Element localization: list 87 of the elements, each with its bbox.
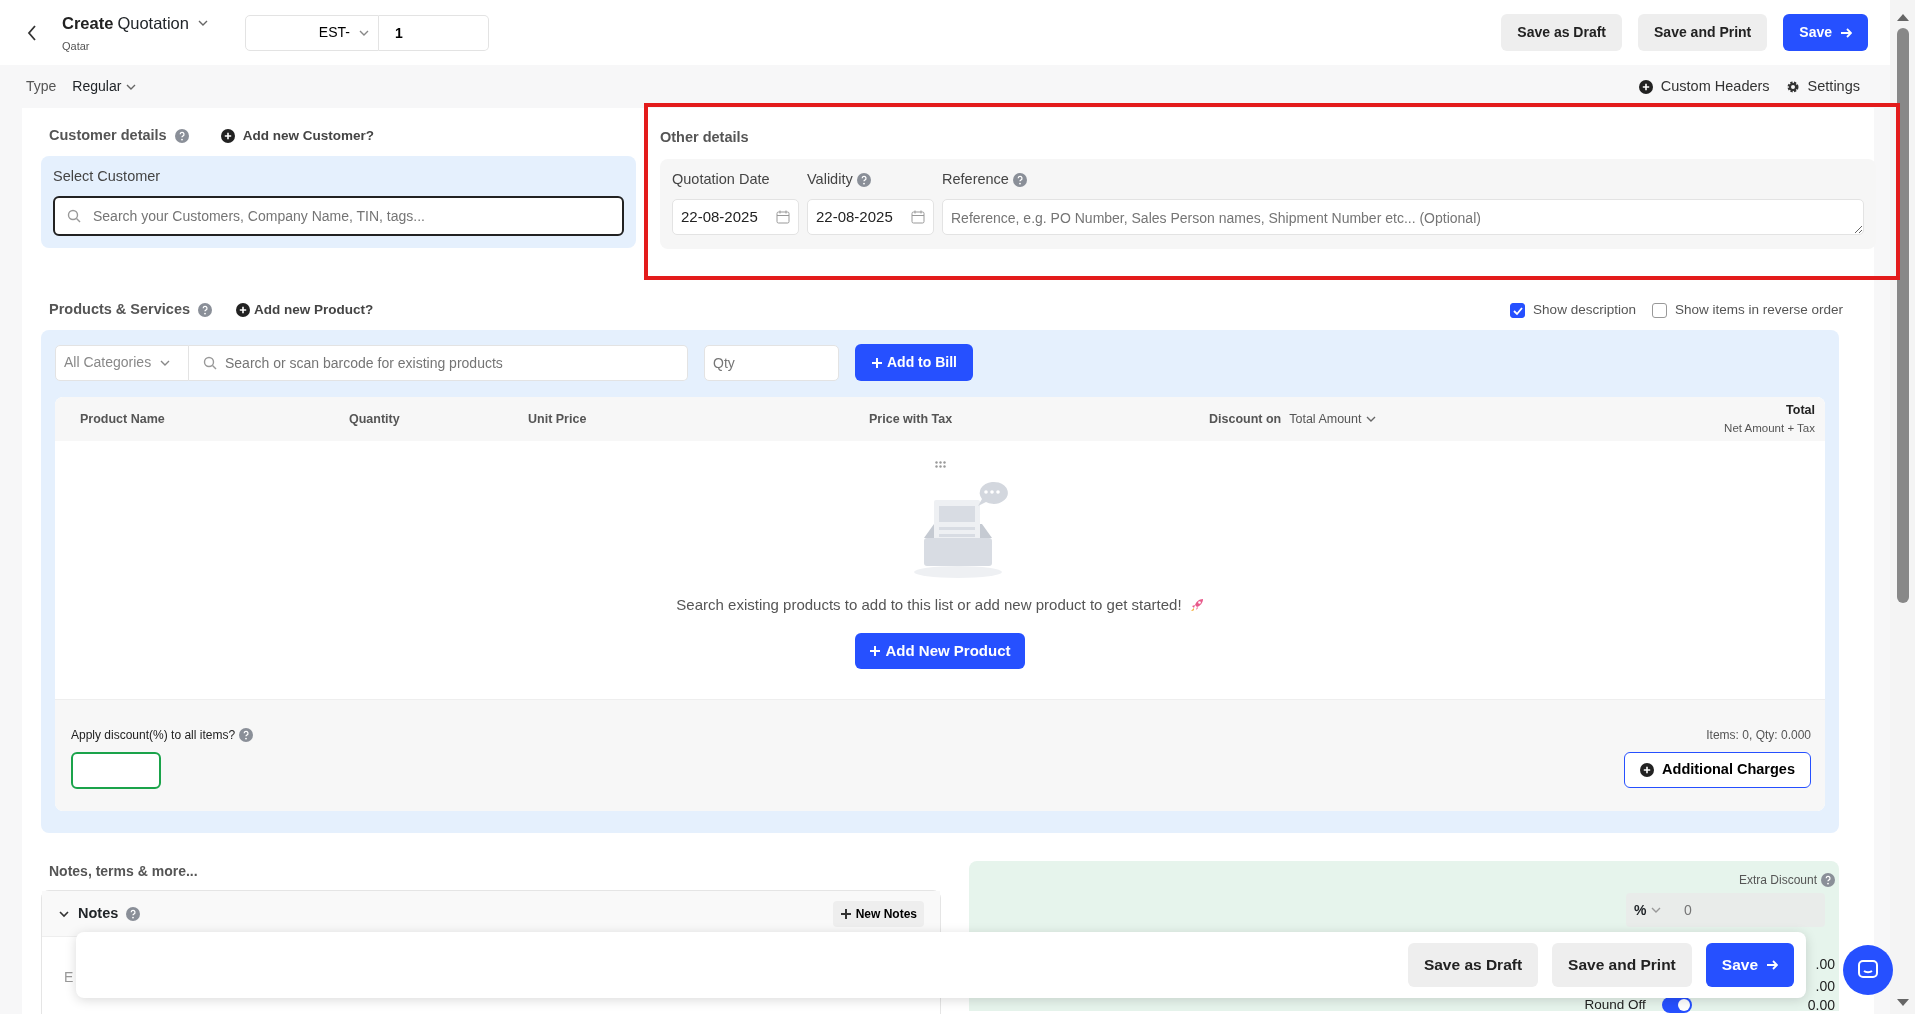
- save-button[interactable]: Save: [1783, 14, 1868, 51]
- prefix-dropdown[interactable]: EST-: [244, 14, 379, 51]
- checkbox[interactable]: [1651, 302, 1667, 318]
- field-label: Extra Discount: [1738, 872, 1817, 889]
- custom-headers-link[interactable]: Custom Headers: [1638, 75, 1770, 98]
- arrow-right-icon: [1840, 26, 1852, 39]
- reference-field[interactable]: Reference, e.g. PO Number, Sales Person names, Shipment Number etc... (Optional): [942, 198, 1864, 235]
- section-title: Products & Services: [49, 300, 191, 320]
- add-customer-link[interactable]: Add new Customer?: [220, 125, 374, 147]
- scroll-up-icon: [1895, 12, 1910, 24]
- drag-handle-icon[interactable]: [934, 461, 946, 468]
- new-notes-button[interactable]: New Notes: [832, 900, 924, 927]
- checkbox[interactable]: [1510, 302, 1526, 318]
- column-header: Discount on: [1209, 410, 1282, 428]
- calendar-icon: [911, 209, 925, 224]
- search-icon: [67, 208, 81, 223]
- header-button[interactable]: Save and Print: [1638, 14, 1768, 51]
- page-title: Create: [62, 12, 114, 34]
- plus-icon: [871, 356, 883, 369]
- discount-type-dropdown[interactable]: Total Amount: [1289, 409, 1378, 429]
- date-field[interactable]: 22-08-2025: [807, 198, 934, 235]
- number-input[interactable]: 1: [378, 14, 489, 51]
- plus-circle-icon: [1640, 762, 1655, 777]
- product-search-field[interactable]: Search or scan barcode for existing products: [189, 344, 688, 381]
- empty-message: Search existing products to add to this list or add new product to get started!: [676, 595, 1182, 615]
- settings-link[interactable]: Settings: [1785, 75, 1860, 98]
- category-dropdown[interactable]: All Categories: [55, 344, 189, 381]
- field-label: Reference: [942, 170, 1009, 189]
- discount-field[interactable]: [71, 752, 161, 789]
- rocket-icon: [1189, 598, 1204, 613]
- amount-value: .00: [1815, 955, 1835, 974]
- calendar-icon: [776, 209, 790, 224]
- column-header: Product Name: [80, 410, 166, 428]
- action-button[interactable]: Save as Draft: [1407, 943, 1539, 987]
- round-off-label: Round Off: [1584, 998, 1646, 1012]
- settings-icon: [1785, 79, 1800, 94]
- help-icon: [1821, 873, 1835, 887]
- customer-search-field[interactable]: Search your Customers, Company Name, TIN, tags...: [53, 195, 624, 236]
- document-type-dropdown[interactable]: Quotation: [117, 10, 209, 36]
- country-label: Qatar: [62, 38, 91, 54]
- plus-circle-icon: [220, 129, 235, 143]
- amount-value: .00: [1815, 977, 1835, 996]
- checkbox-option[interactable]: Show items in reverse order: [1651, 299, 1843, 321]
- action-button[interactable]: Save and Print: [1552, 943, 1692, 987]
- save-button[interactable]: Save: [1705, 943, 1794, 987]
- notes-text: E: [63, 968, 75, 987]
- quantity-field[interactable]: Qty: [704, 344, 839, 381]
- section-title: Customer details: [49, 126, 167, 146]
- column-header: Quantity: [349, 410, 401, 428]
- arrow-right-icon: [1766, 959, 1778, 971]
- type-dropdown[interactable]: Regular: [72, 76, 138, 97]
- checkbox-option[interactable]: Show description: [1510, 299, 1636, 321]
- help-icon: [239, 728, 254, 742]
- scrollbar[interactable]: [1890, 0, 1915, 1014]
- scroll-down-icon: [1895, 996, 1910, 1008]
- type-label: Type: [26, 77, 57, 96]
- header-button[interactable]: Save as Draft: [1501, 14, 1623, 51]
- column-header: Total: [1786, 402, 1815, 419]
- section-title: Notes, terms & more...: [48, 862, 199, 881]
- help-icon: [126, 906, 141, 921]
- column-subheader: Net Amount + Tax: [1724, 420, 1815, 436]
- additional-charges-button[interactable]: Additional Charges: [1624, 752, 1811, 788]
- add-new-product-button[interactable]: Add New Product: [855, 632, 1025, 669]
- extra-discount-field[interactable]: 0: [1682, 893, 1825, 927]
- plus-icon: [869, 644, 882, 657]
- help-icon: [174, 129, 189, 143]
- scrollbar-thumb[interactable]: [1896, 28, 1909, 603]
- items-summary: Items: 0, Qty: 0.000: [1706, 727, 1811, 744]
- plus-circle-icon: [236, 303, 251, 317]
- field-label: Apply discount(%) to all items?: [71, 727, 236, 744]
- chat-icon: [1857, 959, 1879, 981]
- search-icon: [203, 355, 217, 370]
- column-header: Unit Price: [528, 410, 588, 428]
- column-header: Price with Tax: [869, 410, 954, 428]
- plus-circle-icon: [1638, 79, 1653, 94]
- field-label: Quotation Date: [672, 170, 770, 189]
- section-title: Other details: [660, 128, 750, 147]
- field-label: Validity: [807, 170, 853, 189]
- add-product-link[interactable]: Add new Product?: [236, 299, 374, 321]
- amount-value: 0.00: [1807, 998, 1835, 1012]
- help-icon: [198, 303, 213, 317]
- field-label: Select Customer: [53, 167, 162, 186]
- notes-toggle[interactable]: Notes: [58, 902, 119, 925]
- date-field[interactable]: 22-08-2025: [672, 198, 799, 235]
- unit-dropdown[interactable]: %: [1626, 893, 1682, 927]
- add-to-bill-button[interactable]: Add to Bill: [855, 344, 973, 381]
- plus-icon: [839, 907, 852, 920]
